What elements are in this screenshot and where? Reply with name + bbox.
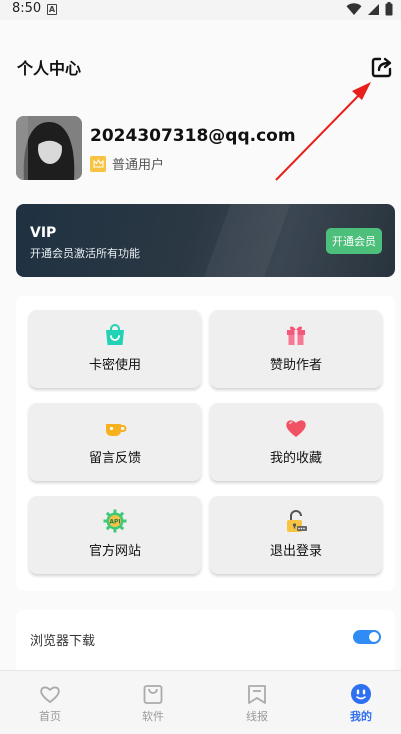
bottom-tab-bar: 首页 软件 线报 我的 <box>0 670 401 734</box>
share-icon <box>371 57 392 78</box>
tile-label: 我的收藏 <box>269 451 322 466</box>
share-button[interactable] <box>370 55 394 79</box>
status-icons <box>346 2 393 16</box>
tab-label: 线报 <box>246 710 268 723</box>
tile-logout[interactable]: 退出登录 <box>210 496 382 574</box>
tile-label: 退出登录 <box>269 544 322 559</box>
page-header: 个人中心 <box>0 20 401 90</box>
api-gear-icon: API <box>103 509 127 533</box>
smile-face-icon <box>351 684 371 704</box>
notification-a-icon: A <box>47 4 57 15</box>
tab-label: 我的 <box>350 710 372 723</box>
crown-icon <box>90 155 106 172</box>
open-vip-button[interactable]: 开通会员 <box>326 228 382 254</box>
tab-news[interactable]: 线报 <box>207 671 307 734</box>
tile-label: 留言反馈 <box>88 451 141 466</box>
tile-sponsor-author[interactable]: 赞助作者 <box>210 310 382 388</box>
browser-download-label: 浏览器下载 <box>30 634 96 649</box>
user-tier-label: 普通用户 <box>112 158 165 173</box>
tab-label: 软件 <box>142 710 164 723</box>
status-time: 8:50 <box>12 1 42 16</box>
settings-panel: 浏览器下载 <box>16 610 395 670</box>
gift-icon <box>287 326 305 345</box>
tile-feedback[interactable]: 留言反馈 <box>29 403 201 481</box>
page-title: 个人中心 <box>17 59 82 78</box>
lock-icon <box>287 510 307 532</box>
shopping-bag-icon <box>106 324 124 345</box>
browser-download-toggle[interactable] <box>353 630 381 644</box>
vip-title: VIP <box>30 225 57 241</box>
profile-page: 个人中心 2024307318@qq.com 普通用户 VIP 开通会员激活所有… <box>0 20 401 670</box>
bookmark-outline-icon <box>248 685 266 704</box>
tile-label: 赞助作者 <box>269 358 322 373</box>
signal-icon <box>368 3 379 15</box>
battery-icon <box>385 2 393 16</box>
avatar[interactable] <box>16 116 82 180</box>
svg-text:API: API <box>109 518 120 525</box>
tab-software[interactable]: 软件 <box>103 671 203 734</box>
wifi-icon <box>346 2 362 15</box>
tile-favorites[interactable]: 我的收藏 <box>210 403 382 481</box>
bag-outline-icon <box>143 685 163 704</box>
function-grid: 卡密使用 赞助作者 留言反馈 我的收藏 API 官方网站 退出登录 <box>16 296 395 591</box>
user-tier: 普通用户 <box>90 154 164 173</box>
tile-official-website[interactable]: API 官方网站 <box>29 496 201 574</box>
user-email: 2024307318@qq.com <box>90 126 296 146</box>
vip-banner[interactable]: VIP 开通会员激活所有功能 开通会员 <box>16 204 395 277</box>
tab-mine[interactable]: 我的 <box>311 671 401 734</box>
tab-home[interactable]: 首页 <box>0 671 100 734</box>
vip-subtitle: 开通会员激活所有功能 <box>30 247 140 260</box>
toggle-knob <box>369 632 379 642</box>
heart-outline-icon <box>40 686 60 704</box>
tile-redeem-code[interactable]: 卡密使用 <box>29 310 201 388</box>
tile-label: 官方网站 <box>88 544 141 559</box>
status-bar: 8:50 A <box>0 0 401 20</box>
tile-label: 卡密使用 <box>88 358 141 373</box>
heart-icon <box>286 420 306 437</box>
avatar-photo <box>16 116 82 180</box>
tab-label: 首页 <box>39 710 61 723</box>
coffee-cup-icon <box>106 424 127 436</box>
